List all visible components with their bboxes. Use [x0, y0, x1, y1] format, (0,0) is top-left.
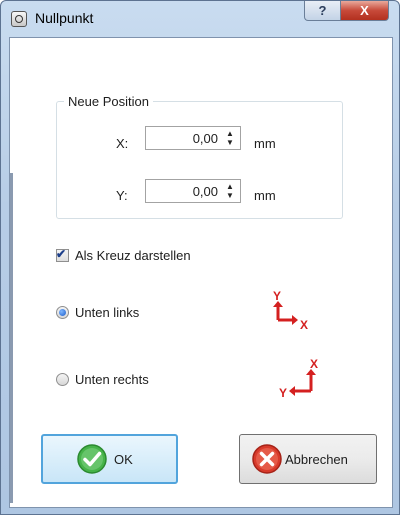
scroll-edge	[10, 173, 13, 503]
spin-arrows-icon[interactable]: ▲ ▼	[224, 182, 236, 200]
x-value-spinbox[interactable]: 0,00 ▲ ▼	[145, 126, 241, 150]
spin-arrows-icon[interactable]: ▲ ▼	[224, 129, 236, 147]
show-cross-checkbox[interactable]: ✔	[56, 247, 69, 262]
y-value-spinbox[interactable]: 0,00 ▲ ▼	[145, 179, 241, 203]
title-bar[interactable]: Nullpunkt ? X	[1, 1, 399, 37]
help-button[interactable]: ?	[304, 1, 341, 21]
y-label: Y:	[116, 188, 128, 203]
radio-bottom-right[interactable]	[56, 373, 69, 386]
axis-x-letter: X	[300, 318, 308, 332]
x-label: X:	[116, 136, 129, 151]
y-unit: mm	[254, 188, 276, 203]
window-title: Nullpunkt	[35, 10, 94, 26]
radio-bottom-left[interactable]	[56, 306, 69, 319]
cancel-button[interactable]: Abbrechen	[239, 434, 377, 484]
help-icon: ?	[318, 3, 327, 18]
axis-origin-bottom-left-icon: Y X	[273, 289, 308, 332]
checkmark-circle-icon	[77, 444, 107, 474]
ok-button[interactable]: OK	[41, 434, 178, 484]
group-title: Neue Position	[64, 94, 153, 109]
show-cross-label[interactable]: Als Kreuz darstellen	[75, 248, 191, 263]
close-icon: X	[360, 3, 369, 18]
dialog-content: Neue Position X: 0,00 ▲ ▼ mm Y: 0,00 ▲ ▼ m…	[9, 37, 393, 508]
ok-label: OK	[114, 451, 133, 467]
checkmark-icon: ✔	[56, 247, 67, 261]
axis-y-letter: Y	[273, 289, 281, 303]
dialog-window: Nullpunkt ? X Neue Position X: 0,00 ▲ ▼ m…	[0, 0, 400, 515]
x-unit: mm	[254, 136, 276, 151]
y-value: 0,00	[192, 184, 218, 199]
axis-y-letter: Y	[279, 386, 287, 400]
x-value: 0,00	[192, 131, 218, 146]
axis-x-letter: X	[310, 357, 318, 371]
close-button[interactable]: X	[340, 1, 389, 21]
bottom-left-label[interactable]: Unten links	[75, 305, 139, 320]
cancel-label: Abbrechen	[285, 451, 348, 467]
app-icon	[11, 11, 27, 27]
axis-origin-bottom-right-icon: X Y	[279, 357, 318, 400]
bottom-right-label[interactable]: Unten rechts	[75, 372, 149, 387]
cancel-x-icon	[252, 444, 282, 474]
